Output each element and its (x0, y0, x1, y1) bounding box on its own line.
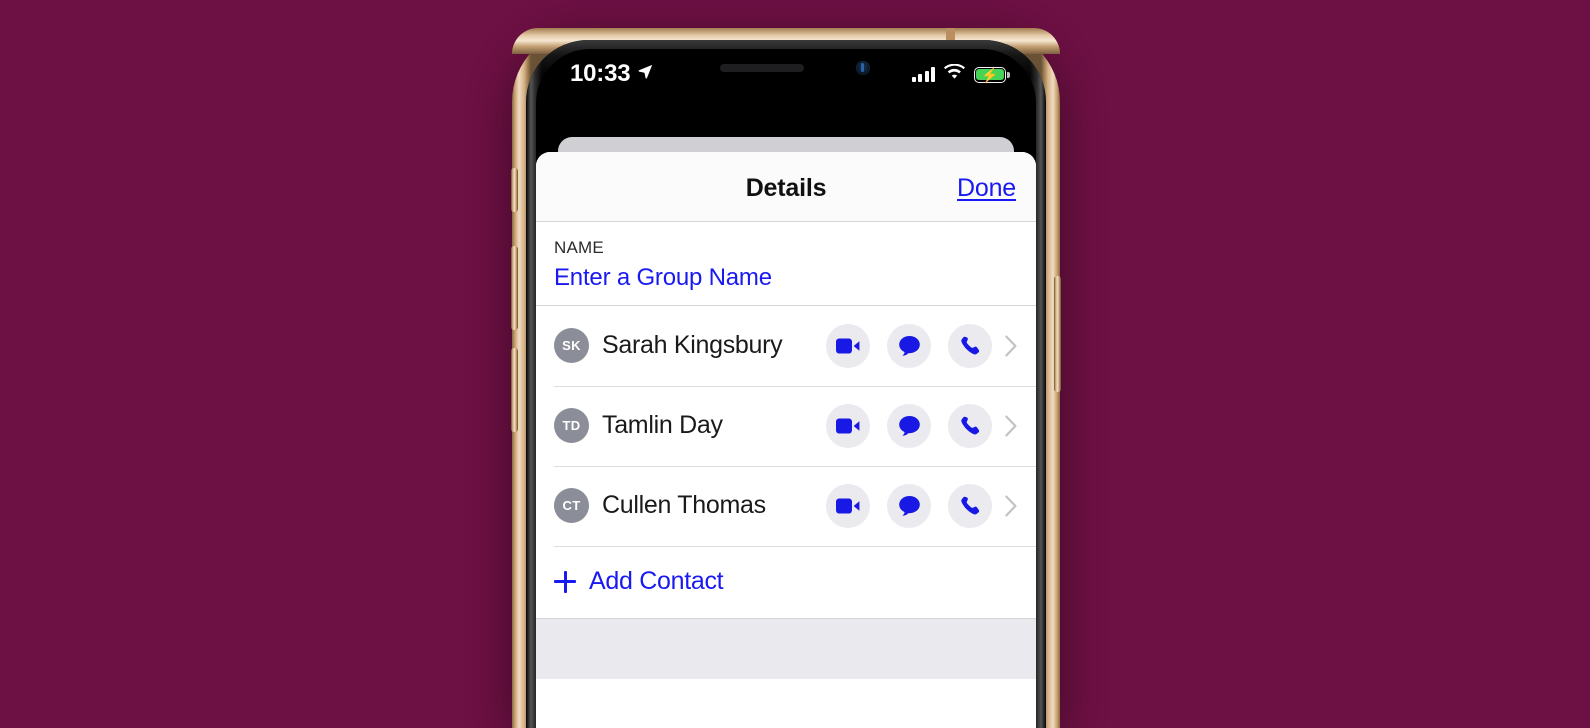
phone-screen: 10:33 ⚡ Details Done NAME Enter a Group … (536, 49, 1036, 728)
contacts-list: SK Sarah Kingsbury TD Tamlin Day CT Cull… (536, 305, 1036, 546)
status-time: 10:33 (570, 60, 631, 87)
video-camera-icon (836, 337, 860, 355)
details-sheet: Details Done NAME Enter a Group Name SK … (536, 152, 1036, 728)
contact-name: Sarah Kingsbury (602, 331, 783, 360)
screenshot-stage: 10:33 ⚡ Details Done NAME Enter a Group … (0, 0, 1590, 728)
avatar: SK (554, 328, 589, 364)
chevron-right-icon[interactable] (1004, 415, 1018, 437)
phone-handset-icon (959, 495, 981, 517)
message-button[interactable] (887, 403, 931, 448)
contact-row[interactable]: TD Tamlin Day (536, 385, 1036, 466)
iphone-device: 10:33 ⚡ Details Done NAME Enter a Group … (511, 28, 1061, 728)
add-contact-label: Add Contact (589, 567, 724, 596)
device-body: 10:33 ⚡ Details Done NAME Enter a Group … (526, 40, 1046, 728)
location-arrow-icon (637, 63, 654, 85)
done-button[interactable]: Done (957, 174, 1016, 203)
chevron-right-icon[interactable] (1004, 335, 1018, 357)
video-call-button[interactable] (826, 403, 870, 448)
device-notch (674, 49, 898, 83)
earpiece-speaker-icon (720, 64, 804, 72)
group-name-input[interactable]: Enter a Group Name (554, 263, 1018, 293)
contact-actions (826, 403, 992, 448)
silent-switch-button[interactable] (511, 168, 518, 212)
sheet-header: Details Done (536, 152, 1036, 222)
status-bar-left: 10:33 (570, 62, 654, 86)
name-section-label: NAME (554, 238, 604, 257)
video-camera-icon (836, 497, 860, 515)
status-bar-right: ⚡ (911, 63, 1010, 85)
volume-down-button[interactable] (511, 348, 518, 432)
chevron-right-icon[interactable] (1004, 495, 1018, 517)
video-camera-icon (836, 417, 860, 435)
phone-call-button[interactable] (948, 323, 992, 368)
phone-handset-icon (959, 415, 981, 437)
contact-actions (826, 323, 992, 368)
add-contact-button[interactable]: Add Contact (536, 545, 1036, 618)
cellular-signal-icon (911, 67, 935, 82)
bottom-group-section (536, 617, 1036, 679)
volume-up-button[interactable] (511, 246, 518, 330)
contact-row[interactable]: CT Cullen Thomas (536, 465, 1036, 546)
phone-call-button[interactable] (948, 403, 992, 448)
message-button[interactable] (887, 323, 931, 368)
video-call-button[interactable] (826, 323, 870, 368)
phone-handset-icon (959, 335, 981, 357)
plus-icon (554, 570, 576, 593)
speech-bubble-icon (898, 495, 921, 517)
avatar: TD (554, 408, 589, 444)
wifi-icon (944, 63, 965, 85)
avatar: CT (554, 488, 589, 524)
phone-call-button[interactable] (948, 483, 992, 528)
power-button[interactable] (1054, 276, 1061, 392)
message-button[interactable] (887, 483, 931, 528)
contact-row[interactable]: SK Sarah Kingsbury (536, 306, 1036, 386)
group-name-section: NAME Enter a Group Name (536, 222, 1036, 306)
contact-name: Cullen Thomas (602, 491, 766, 520)
speech-bubble-icon (898, 335, 921, 357)
front-camera-icon (856, 61, 870, 75)
battery-charging-icon: ⚡ (974, 66, 1010, 83)
video-call-button[interactable] (826, 483, 870, 528)
contact-name: Tamlin Day (602, 411, 723, 440)
contact-actions (826, 483, 992, 528)
speech-bubble-icon (898, 415, 921, 437)
